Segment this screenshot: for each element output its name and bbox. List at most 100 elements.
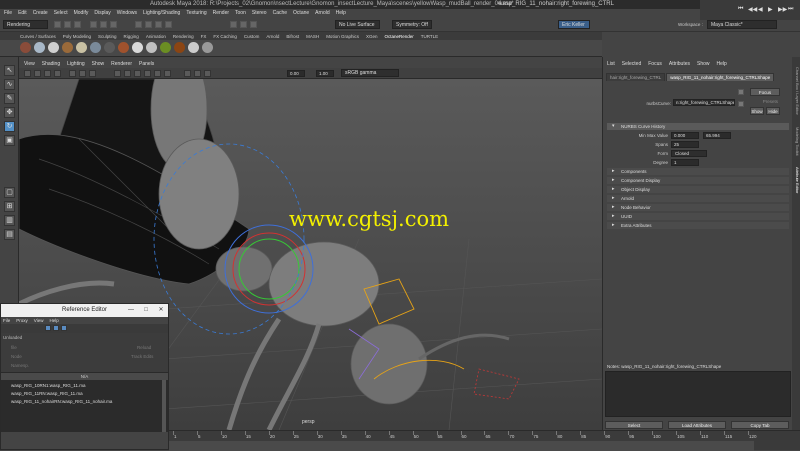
ipr-render-icon[interactable]: [240, 21, 247, 28]
max-value-field[interactable]: 65.994: [703, 132, 731, 139]
shelf-tab-turtle[interactable]: TURTLE: [421, 34, 438, 39]
menu-item-help[interactable]: Help: [336, 10, 346, 16]
shadows-icon[interactable]: [164, 70, 171, 77]
viewport-menu-lighting[interactable]: Lighting: [67, 61, 85, 67]
section-components[interactable]: ▸ Components: [607, 168, 789, 175]
go-to-end-icon[interactable]: ⏭: [788, 6, 793, 13]
select-hierarchy-icon[interactable]: [90, 21, 97, 28]
shelf-tab-rendering[interactable]: Rendering: [173, 34, 194, 39]
shelf-tab-mash[interactable]: MASH: [306, 34, 319, 39]
single-perspective-layout-icon[interactable]: ▢: [4, 187, 15, 198]
shelf-tool-icon[interactable]: [160, 42, 171, 53]
graph-layout-icon[interactable]: ▤: [4, 229, 15, 240]
step-forward-key-icon[interactable]: ▶▶: [778, 6, 787, 13]
section-node-behavior[interactable]: ▸ Node Behavior: [607, 204, 789, 211]
ae-menu-attributes[interactable]: Attributes: [669, 61, 690, 67]
reload-reference-icon[interactable]: [45, 325, 51, 331]
menu-set-dropdown[interactable]: Rendering: [3, 20, 48, 29]
select-component-icon[interactable]: [110, 21, 117, 28]
copy-tab-button[interactable]: Copy Tab: [731, 421, 789, 429]
side-tab-channel-box[interactable]: Channel Box / Layer Editor: [792, 67, 800, 115]
menu-item-arnold[interactable]: Arnold: [315, 10, 329, 16]
live-surface-field[interactable]: No Live Surface: [335, 20, 380, 29]
go-to-output-icon[interactable]: [738, 101, 744, 107]
presets-button[interactable]: Presets: [754, 99, 778, 104]
shelf-tab-fx-caching[interactable]: FX Caching: [213, 34, 237, 39]
shelf-tool-icon[interactable]: [62, 42, 73, 53]
step-back-frame-icon[interactable]: ◀: [758, 6, 763, 13]
shelf-tab-octanerender[interactable]: OctaneRender: [384, 34, 413, 39]
film-gate-icon[interactable]: [79, 70, 86, 77]
camera-attributes-icon[interactable]: [34, 70, 41, 77]
time-ruler[interactable]: 1 5 10 15 20 25 30 35 40 45 50 55 60 65 70 75 80 85 90 95 10…: [169, 431, 757, 441]
shelf-tab-fx[interactable]: FX: [201, 34, 207, 39]
smooth-shade-icon[interactable]: [124, 70, 131, 77]
select-object-icon[interactable]: [100, 21, 107, 28]
four-view-layout-icon[interactable]: ⊞: [4, 201, 15, 212]
menu-item-windows[interactable]: Windows: [117, 10, 137, 16]
ae-menu-focus[interactable]: Focus: [648, 61, 662, 67]
wireframe-icon[interactable]: [114, 70, 121, 77]
shelf-tool-icon[interactable]: [174, 42, 185, 53]
viewport-menu-show[interactable]: Show: [92, 61, 105, 67]
menu-item-file[interactable]: File: [4, 10, 12, 16]
shelf-tab-arnold[interactable]: Arnold: [266, 34, 279, 39]
time-slider[interactable]: 1 5 10 15 20 25 30 35 40 45 50 55 60 65 70 75 80 85 90 95 10…: [169, 430, 800, 451]
reference-item[interactable]: wasp_RIG_11RN:wasp_RIG_11.ma: [11, 391, 83, 396]
load-attributes-button[interactable]: Load Attributes: [668, 421, 726, 429]
hide-button[interactable]: Hide: [766, 107, 780, 115]
section-component-display[interactable]: ▸ Component Display: [607, 177, 789, 184]
image-plane-icon[interactable]: [54, 70, 61, 77]
user-account-button[interactable]: Eric Keller: [558, 20, 590, 29]
new-scene-icon[interactable]: [54, 21, 61, 28]
shelf-tab-motion-graphics[interactable]: Motion Graphics: [326, 34, 359, 39]
form-dropdown[interactable]: Closed: [671, 150, 707, 157]
menu-item-octane[interactable]: Octane: [293, 10, 309, 16]
reload-label[interactable]: Reload: [137, 345, 151, 350]
shelf-tool-icon[interactable]: [118, 42, 129, 53]
section-object-display[interactable]: ▸ Object Display: [607, 186, 789, 193]
shelf-tool-icon[interactable]: [34, 42, 45, 53]
wireframe-on-shaded-icon[interactable]: [134, 70, 141, 77]
camera-select-icon[interactable]: [24, 70, 31, 77]
shelf-tab-xgen[interactable]: XGen: [366, 34, 378, 39]
shelf-tool-icon[interactable]: [132, 42, 143, 53]
shelf-tab-rigging[interactable]: Rigging: [124, 34, 139, 39]
shelf-tab-bifrost[interactable]: Bifrost: [286, 34, 299, 39]
step-back-key-icon[interactable]: ◀◀: [748, 6, 757, 13]
shelf-tab-custom[interactable]: Custom: [244, 34, 260, 39]
ae-menu-list[interactable]: List: [607, 61, 615, 67]
shelf-tab-animation[interactable]: Animation: [146, 34, 166, 39]
shelf-tool-icon[interactable]: [202, 42, 213, 53]
symmetry-dropdown[interactable]: Symmetry: Off: [392, 20, 432, 29]
focus-button[interactable]: Focus: [750, 88, 780, 96]
reference-menu-file[interactable]: File: [3, 318, 10, 323]
menu-item-edit[interactable]: Edit: [18, 10, 27, 16]
save-scene-icon[interactable]: [74, 21, 81, 28]
ae-menu-selected[interactable]: Selected: [622, 61, 641, 67]
go-to-start-icon[interactable]: ⏮: [738, 6, 743, 13]
shelf-tool-icon[interactable]: [188, 42, 199, 53]
snap-curve-icon[interactable]: [145, 21, 152, 28]
snap-point-icon[interactable]: [155, 21, 162, 28]
reference-item[interactable]: wasp_RIG_11_nohairRN:wasp_RIG_11_nohair.…: [11, 399, 112, 404]
viewport-menu-view[interactable]: View: [24, 61, 35, 67]
play-forward-icon[interactable]: ▶: [768, 6, 773, 13]
paint-select-icon[interactable]: ✎: [4, 93, 15, 104]
shelf-tool-icon[interactable]: [146, 42, 157, 53]
viewport-menu-shading[interactable]: Shading: [42, 61, 60, 67]
reference-menu-view[interactable]: View: [34, 318, 44, 323]
degree-field[interactable]: 1: [671, 159, 699, 166]
rotate-tool-icon[interactable]: ↻: [4, 121, 15, 132]
select-button[interactable]: Select: [605, 421, 663, 429]
resolution-gate-icon[interactable]: [89, 70, 96, 77]
snap-view-icon[interactable]: [165, 21, 172, 28]
xray-icon[interactable]: [194, 70, 201, 77]
xray-joints-icon[interactable]: [204, 70, 211, 77]
outliner-layout-icon[interactable]: ▥: [4, 215, 15, 226]
render-icon[interactable]: [230, 21, 237, 28]
reference-menu-help[interactable]: Help: [49, 318, 58, 323]
go-to-input-icon[interactable]: [738, 89, 744, 95]
ae-tab[interactable]: hair:right_forewing_CTRL: [606, 73, 666, 81]
menu-item-create[interactable]: Create: [33, 10, 48, 16]
